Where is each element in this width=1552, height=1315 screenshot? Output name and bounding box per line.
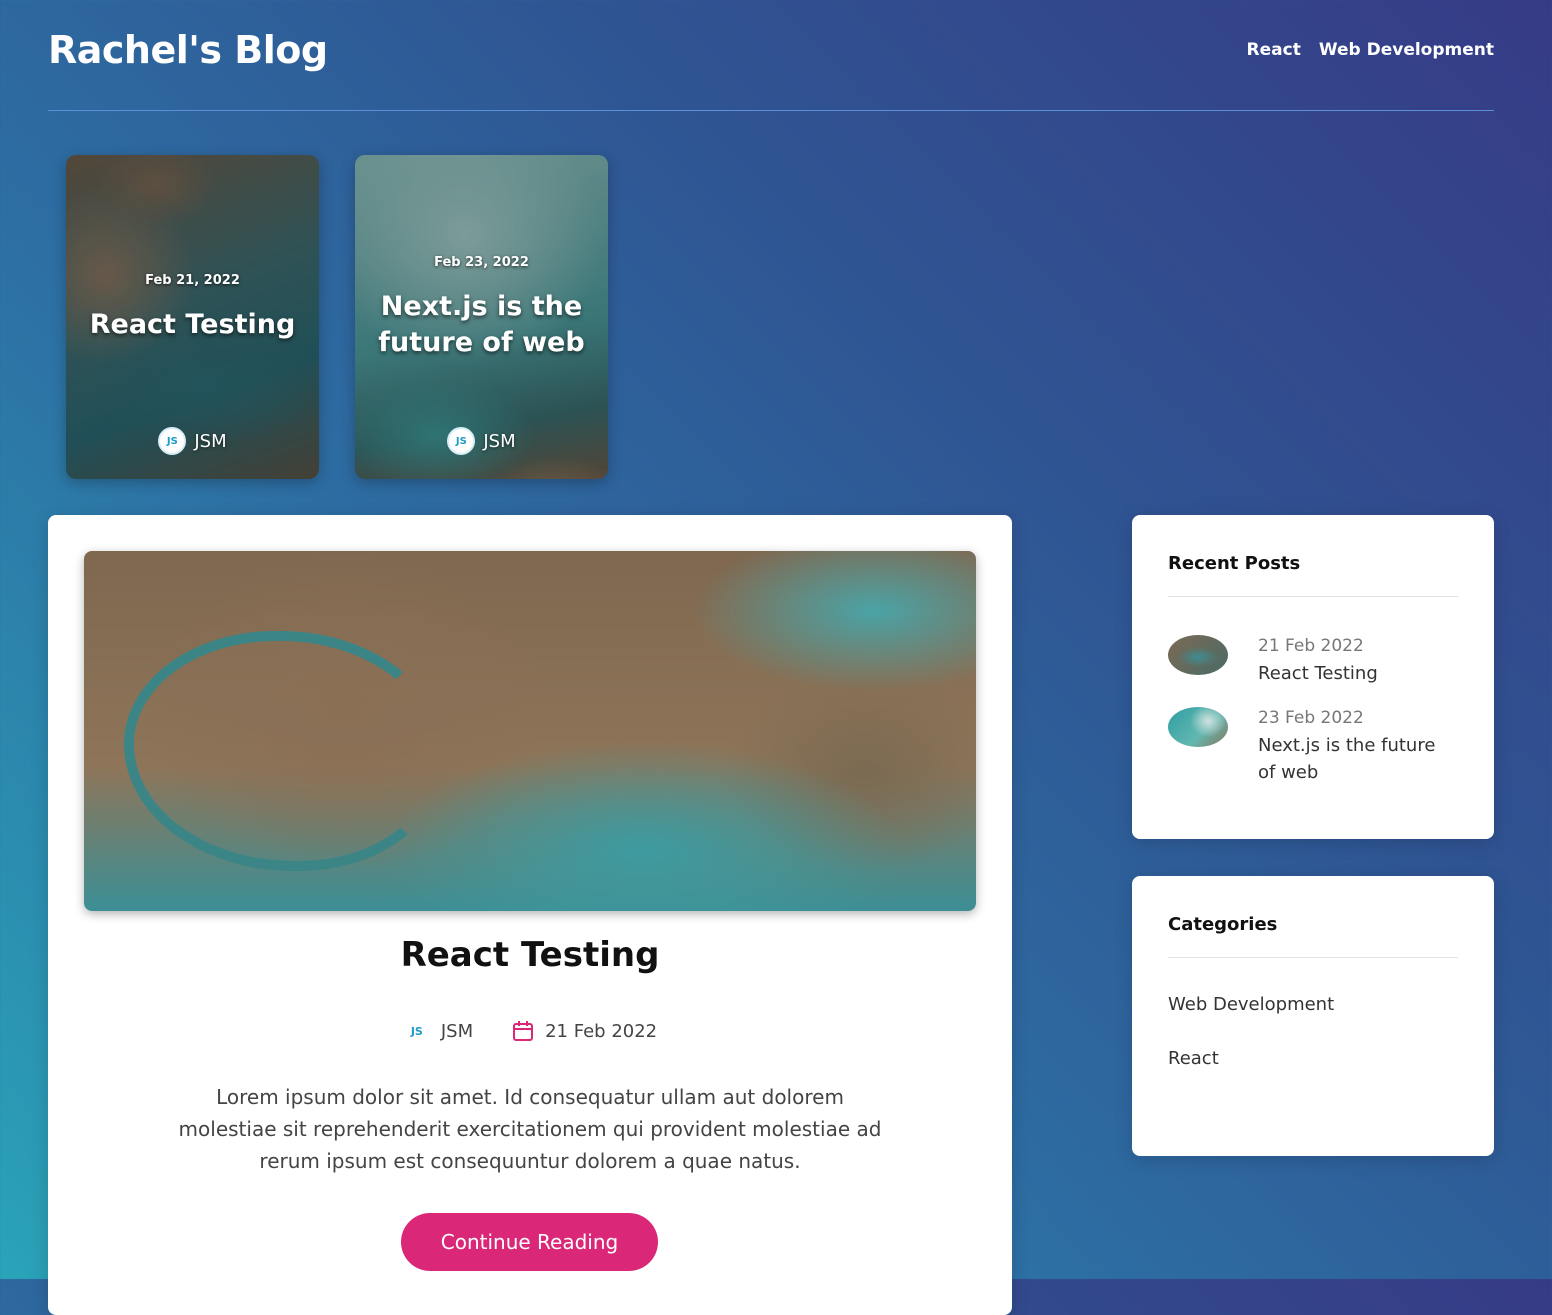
author-avatar-icon: JS xyxy=(410,1024,423,1038)
nav-link-react[interactable]: React xyxy=(1247,40,1301,60)
recent-post-text: 21 Feb 2022 React Testing xyxy=(1258,633,1378,687)
post-author: JS JSM xyxy=(403,1017,473,1045)
featured-post-author-name: JSM xyxy=(194,430,227,452)
recent-post-date: 23 Feb 2022 xyxy=(1258,708,1364,728)
recent-post-text: 23 Feb 2022 Next.js is the future of web xyxy=(1258,705,1458,786)
featured-post-author: JS JSM xyxy=(355,427,608,455)
post-cover-image xyxy=(84,551,976,911)
post-meta: JS JSM 21 Feb 2022 xyxy=(48,1017,1012,1045)
featured-post-author-name: JSM xyxy=(483,430,516,452)
author-avatar-icon: JS xyxy=(158,427,187,455)
featured-post-title: Next.js is the future of web xyxy=(378,291,585,358)
featured-post-card[interactable]: Feb 21, 2022 React Testing JS JSM xyxy=(66,155,319,479)
categories-title: Categories xyxy=(1168,914,1458,958)
nav-link-web-development[interactable]: Web Development xyxy=(1319,40,1494,60)
site-header: Rachel's Blog React Web Development xyxy=(48,0,1494,111)
recent-post-item[interactable]: 21 Feb 2022 React Testing xyxy=(1168,633,1458,687)
featured-post-date: Feb 23, 2022 xyxy=(434,255,529,270)
post-card: React Testing JS JSM 21 Feb 2022 Lorem i… xyxy=(48,515,1012,1315)
recent-post-title[interactable]: React Testing xyxy=(1258,660,1378,687)
recent-posts-title: Recent Posts xyxy=(1168,553,1458,597)
category-link-web-development[interactable]: Web Development xyxy=(1168,994,1334,1015)
recent-posts-widget: Recent Posts 21 Feb 2022 React Testing 2… xyxy=(1132,515,1494,839)
site-title[interactable]: Rachel's Blog xyxy=(48,28,328,72)
recent-post-thumbnail xyxy=(1168,707,1228,747)
featured-post-title: React Testing xyxy=(89,309,296,340)
featured-post-card[interactable]: Feb 23, 2022 Next.js is the future of we… xyxy=(355,155,608,479)
recent-post-title[interactable]: Next.js is the future of web xyxy=(1258,732,1458,786)
post-author-name: JSM xyxy=(440,1020,474,1042)
continue-reading-button[interactable]: Continue Reading xyxy=(401,1213,658,1271)
post-date-text: 21 Feb 2022 xyxy=(545,1020,658,1042)
categories-widget: Categories Web Development React xyxy=(1132,876,1494,1156)
category-nav: React Web Development xyxy=(1247,40,1494,60)
calendar-icon xyxy=(513,1021,534,1041)
recent-post-thumbnail xyxy=(1168,635,1228,675)
recent-post-item[interactable]: 23 Feb 2022 Next.js is the future of web xyxy=(1168,705,1458,786)
post-excerpt: Lorem ipsum dolor sit amet. Id consequat… xyxy=(178,1085,882,1173)
category-link-react[interactable]: React xyxy=(1168,1048,1219,1069)
post-date: 21 Feb 2022 xyxy=(511,1019,657,1043)
featured-post-author: JS JSM xyxy=(66,427,319,455)
recent-post-date: 21 Feb 2022 xyxy=(1258,636,1364,656)
author-avatar-icon: JS xyxy=(447,427,476,455)
post-title[interactable]: React Testing xyxy=(48,935,1012,975)
canal-shape xyxy=(124,631,444,871)
featured-post-date: Feb 21, 2022 xyxy=(145,273,240,288)
